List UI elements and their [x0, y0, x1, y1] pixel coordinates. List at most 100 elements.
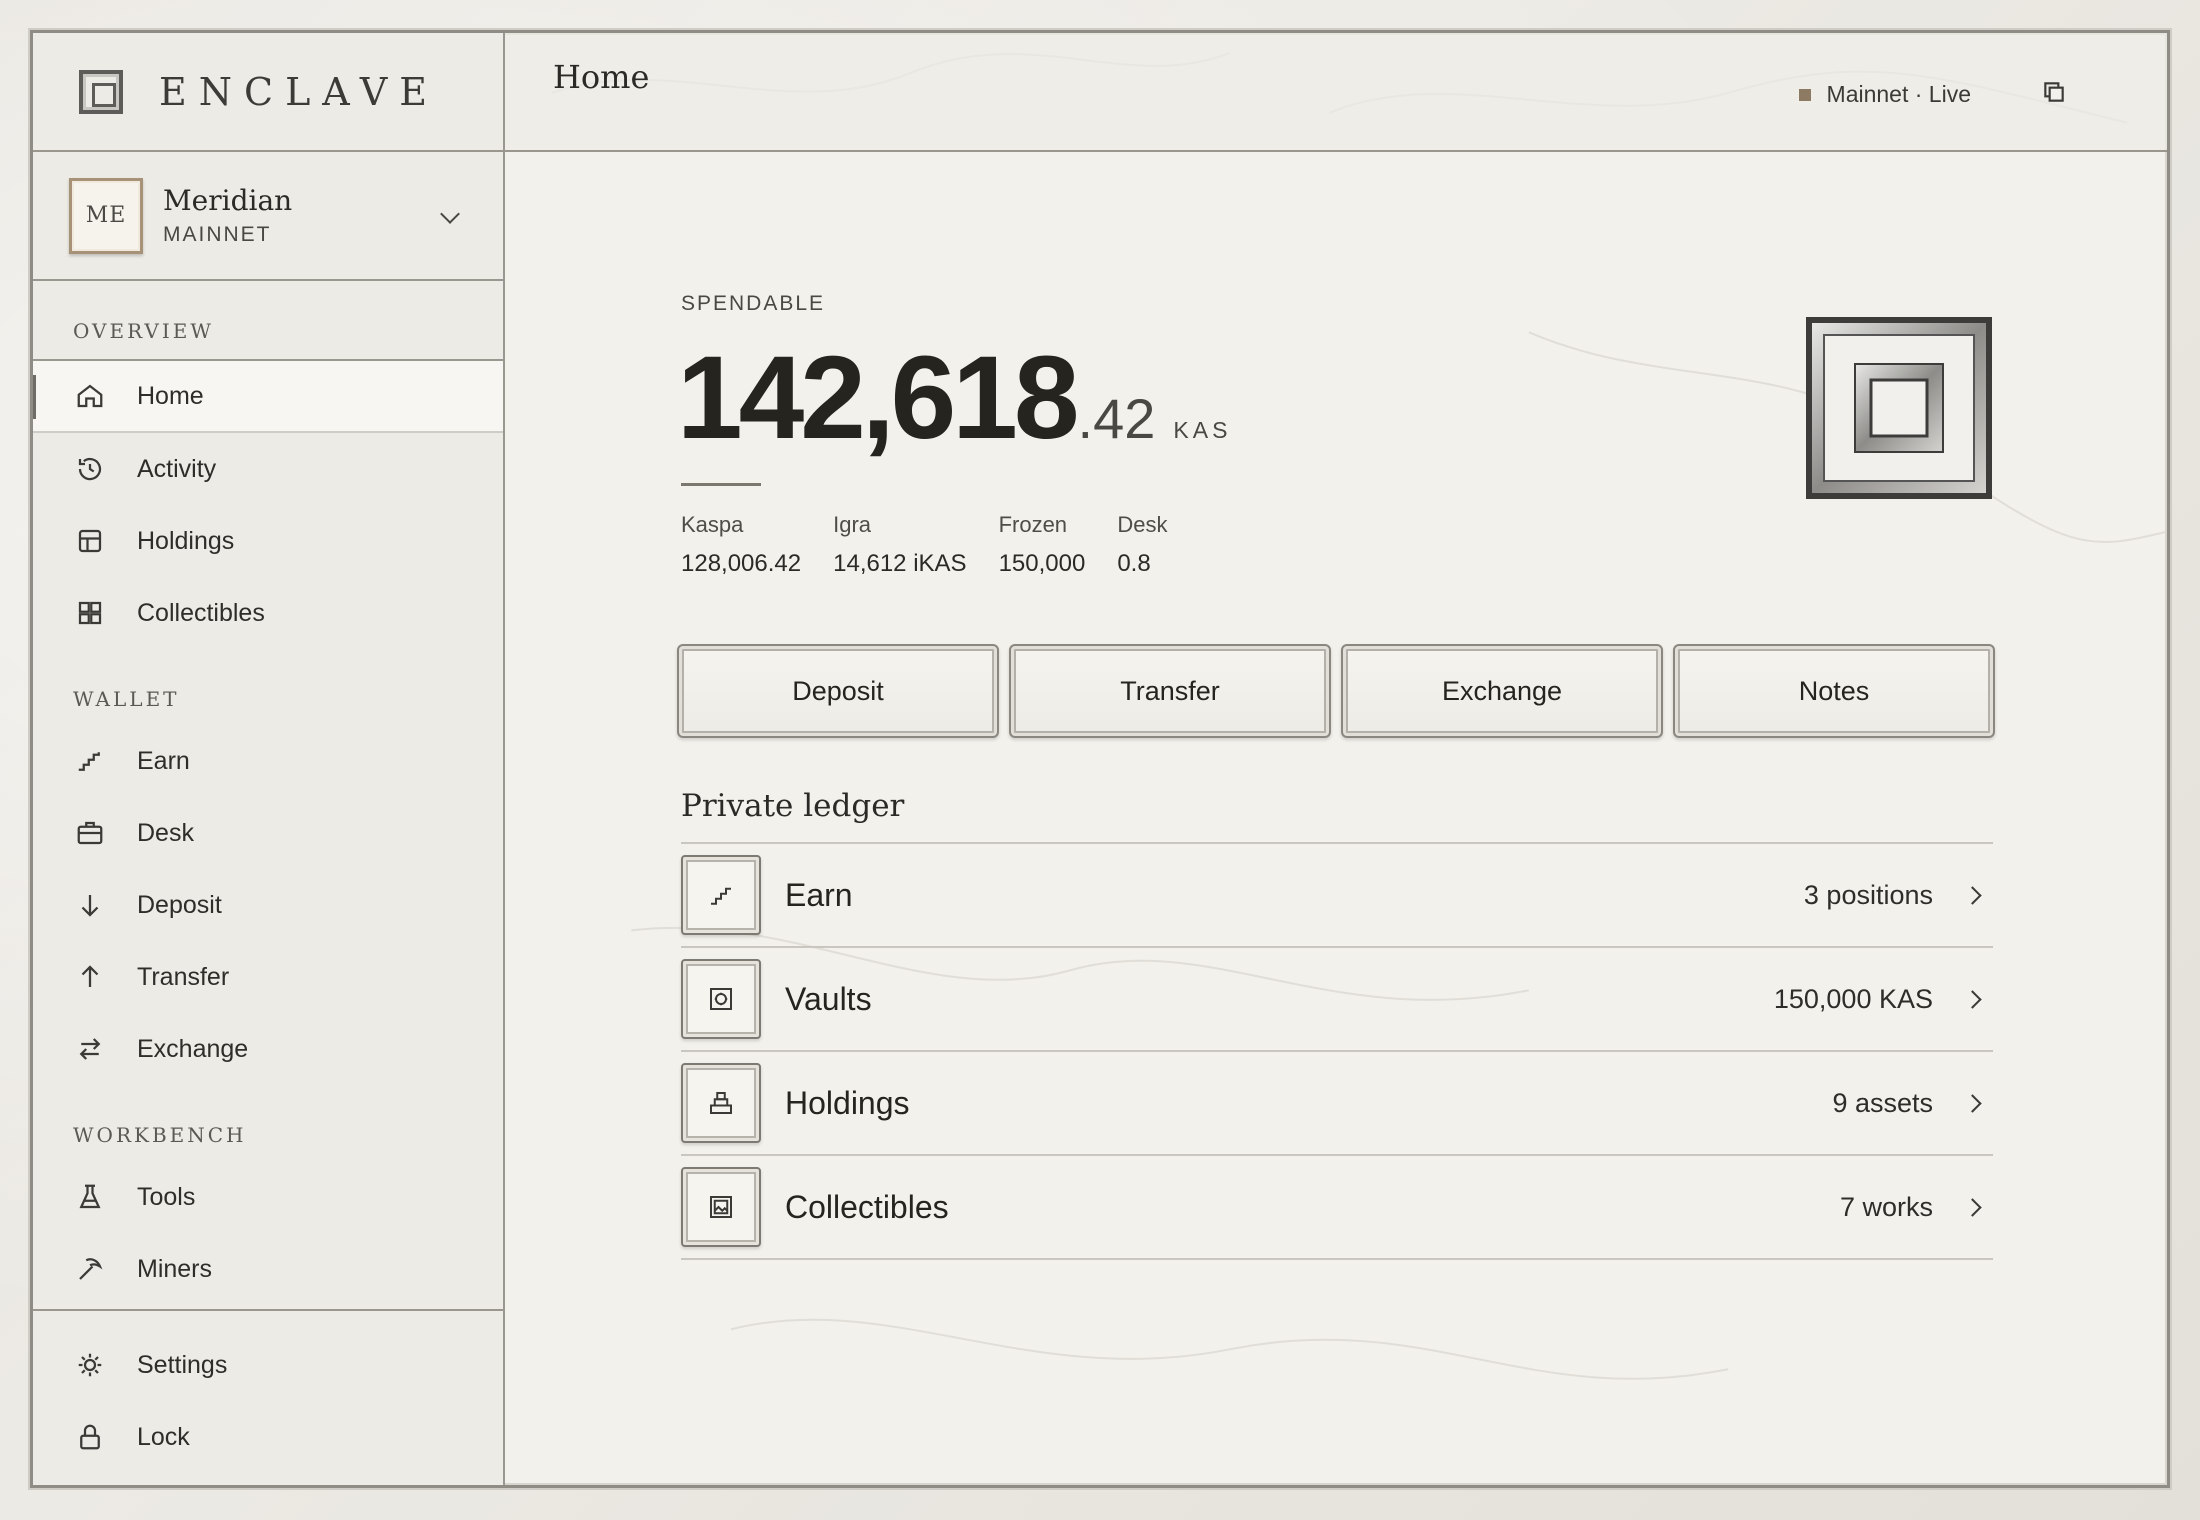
breakdown-label: Desk: [1117, 512, 1168, 537]
app-window: ENCLAVE ME Meridian MAINNET OVERVIEW Hom…: [30, 30, 2170, 1488]
ledger-name: Collectibles: [785, 1188, 949, 1225]
breakdown-igra: Igra 14,612 iKAS: [833, 512, 966, 578]
sidebar-item-lock[interactable]: Lock: [33, 1401, 503, 1473]
ledger-list: Earn 3 positions Vaults 150,000 KAS Hold…: [681, 842, 1993, 1260]
ledger-row-vaults[interactable]: Vaults 150,000 KAS: [681, 948, 1993, 1052]
history-icon: [75, 454, 105, 484]
sidebar-item-deposit[interactable]: Deposit: [33, 869, 503, 941]
sidebar: ENCLAVE ME Meridian MAINNET OVERVIEW Hom…: [33, 33, 505, 1485]
breakdown-kaspa: Kaspa 128,006.42: [681, 512, 801, 578]
ledger-value: 3 positions: [1803, 879, 1933, 910]
breakdown-value: 14,612 iKAS: [833, 550, 967, 577]
sidebar-item-desk[interactable]: Desk: [33, 797, 503, 869]
ledger-name: Vaults: [785, 980, 872, 1017]
sidebar-item-label: Desk: [137, 818, 194, 847]
breakdown-label: Kaspa: [681, 512, 744, 537]
safe-icon: [681, 959, 761, 1039]
sidebar-item-home[interactable]: Home: [33, 361, 503, 433]
stairs-icon: [681, 855, 761, 935]
ledger-row-collectibles[interactable]: Collectibles 7 works: [681, 1156, 1993, 1260]
main-panel: Home Mainnet · Live SPENDABLE 142,618 .4…: [505, 33, 2167, 1485]
arrow-down-icon: [75, 890, 105, 920]
transfer-button[interactable]: Transfer: [1009, 644, 1331, 738]
spendable-label: SPENDABLE: [681, 292, 826, 315]
briefcase-icon: [75, 818, 105, 848]
sidebar-item-label: Tools: [137, 1182, 196, 1211]
chevron-down-icon[interactable]: [440, 204, 460, 224]
sidebar-item-label: Earn: [137, 746, 190, 775]
section-workbench: WORKBENCH: [73, 1123, 247, 1147]
ledger-name: Earn: [785, 876, 853, 913]
balance-decimal: .42: [1077, 387, 1156, 450]
stack-icon: [681, 1063, 761, 1143]
sidebar-item-earn[interactable]: Earn: [33, 725, 503, 797]
sidebar-item-activity[interactable]: Activity: [33, 433, 503, 505]
breakdown-desk: Desk 0.8: [1117, 512, 1167, 578]
status-indicator: [1798, 88, 1811, 101]
sidebar-item-label: Transfer: [137, 962, 230, 991]
copy-icon[interactable]: [2041, 79, 2067, 105]
breakdown-value: 150,000: [998, 550, 1086, 577]
swap-icon: [75, 1034, 105, 1064]
sidebar-item-tools[interactable]: Tools: [33, 1161, 503, 1233]
chevron-right-icon: [1963, 989, 1982, 1009]
account-switcher[interactable]: ME Meridian MAINNET: [33, 152, 503, 281]
exchange-button[interactable]: Exchange: [1341, 644, 1663, 738]
arrow-up-icon: [75, 962, 105, 992]
breakdown-label: Frozen: [998, 512, 1068, 537]
section-overview: OVERVIEW: [33, 281, 503, 361]
sidebar-item-label: Lock: [137, 1422, 190, 1451]
sidebar-footer: Settings Lock: [33, 1309, 503, 1473]
sidebar-item-label: Miners: [137, 1254, 213, 1283]
notes-button[interactable]: Notes: [1673, 644, 1995, 738]
divider: [681, 483, 761, 486]
sidebar-item-label: Deposit: [137, 890, 222, 919]
sidebar-item-label: Exchange: [137, 1034, 249, 1063]
balance-unit: KAS: [1173, 417, 1232, 443]
breakdown-value: 0.8: [1117, 550, 1151, 577]
vault-emblem-icon: [1806, 317, 1992, 499]
ledger-value: 9 assets: [1832, 1087, 1933, 1118]
section-wallet: WALLET: [73, 687, 180, 711]
gear-icon: [75, 1350, 105, 1380]
ledger-value: 7 works: [1839, 1191, 1933, 1222]
account-name: Meridian: [163, 184, 293, 217]
lock-icon: [75, 1422, 105, 1452]
avatar: ME: [69, 177, 143, 254]
deposit-button[interactable]: Deposit: [677, 644, 999, 738]
brand-header: ENCLAVE: [33, 33, 503, 152]
ledger-row-earn[interactable]: Earn 3 positions: [681, 844, 1993, 948]
chevron-right-icon: [1963, 885, 1982, 905]
page-title: Home: [553, 57, 650, 96]
sidebar-item-miners[interactable]: Miners: [33, 1233, 503, 1305]
sidebar-item-label: Settings: [137, 1350, 228, 1379]
sidebar-item-label: Holdings: [137, 526, 235, 555]
breakdown-frozen: Frozen 150,000: [999, 512, 1086, 578]
sidebar-item-transfer[interactable]: Transfer: [33, 941, 503, 1013]
picture-icon: [681, 1167, 761, 1247]
breakdown-value: 128,006.42: [681, 550, 802, 577]
vault-square-icon: [79, 69, 123, 114]
network-status-label: Mainnet · Live: [1826, 81, 1971, 107]
ledger-row-holdings[interactable]: Holdings 9 assets: [681, 1052, 1993, 1156]
layout-icon: [75, 526, 105, 556]
sidebar-item-settings[interactable]: Settings: [33, 1329, 503, 1401]
home-icon: [75, 381, 105, 411]
ledger-name: Holdings: [785, 1084, 910, 1121]
sidebar-item-label: Collectibles: [137, 598, 265, 627]
sidebar-item-label: Activity: [137, 454, 217, 483]
sidebar-item-label: Home: [137, 381, 204, 410]
sidebar-item-holdings[interactable]: Holdings: [33, 505, 503, 577]
sidebar-item-collectibles[interactable]: Collectibles: [33, 577, 503, 649]
balance-display: 142,618 .42 KAS: [677, 330, 1231, 466]
network-status: Mainnet · Live: [1798, 81, 1971, 108]
sidebar-item-exchange[interactable]: Exchange: [33, 1013, 503, 1085]
breakdown-label: Igra: [833, 512, 872, 537]
action-bar: Deposit Transfer Exchange Notes: [677, 644, 1995, 738]
grid-icon: [75, 598, 105, 628]
balance-integer: 142,618: [677, 332, 1080, 464]
chevron-right-icon: [1963, 1093, 1982, 1113]
pickaxe-icon: [75, 1254, 105, 1284]
ledger-title: Private ledger: [681, 788, 905, 824]
ledger-value: 150,000 KAS: [1773, 983, 1933, 1014]
